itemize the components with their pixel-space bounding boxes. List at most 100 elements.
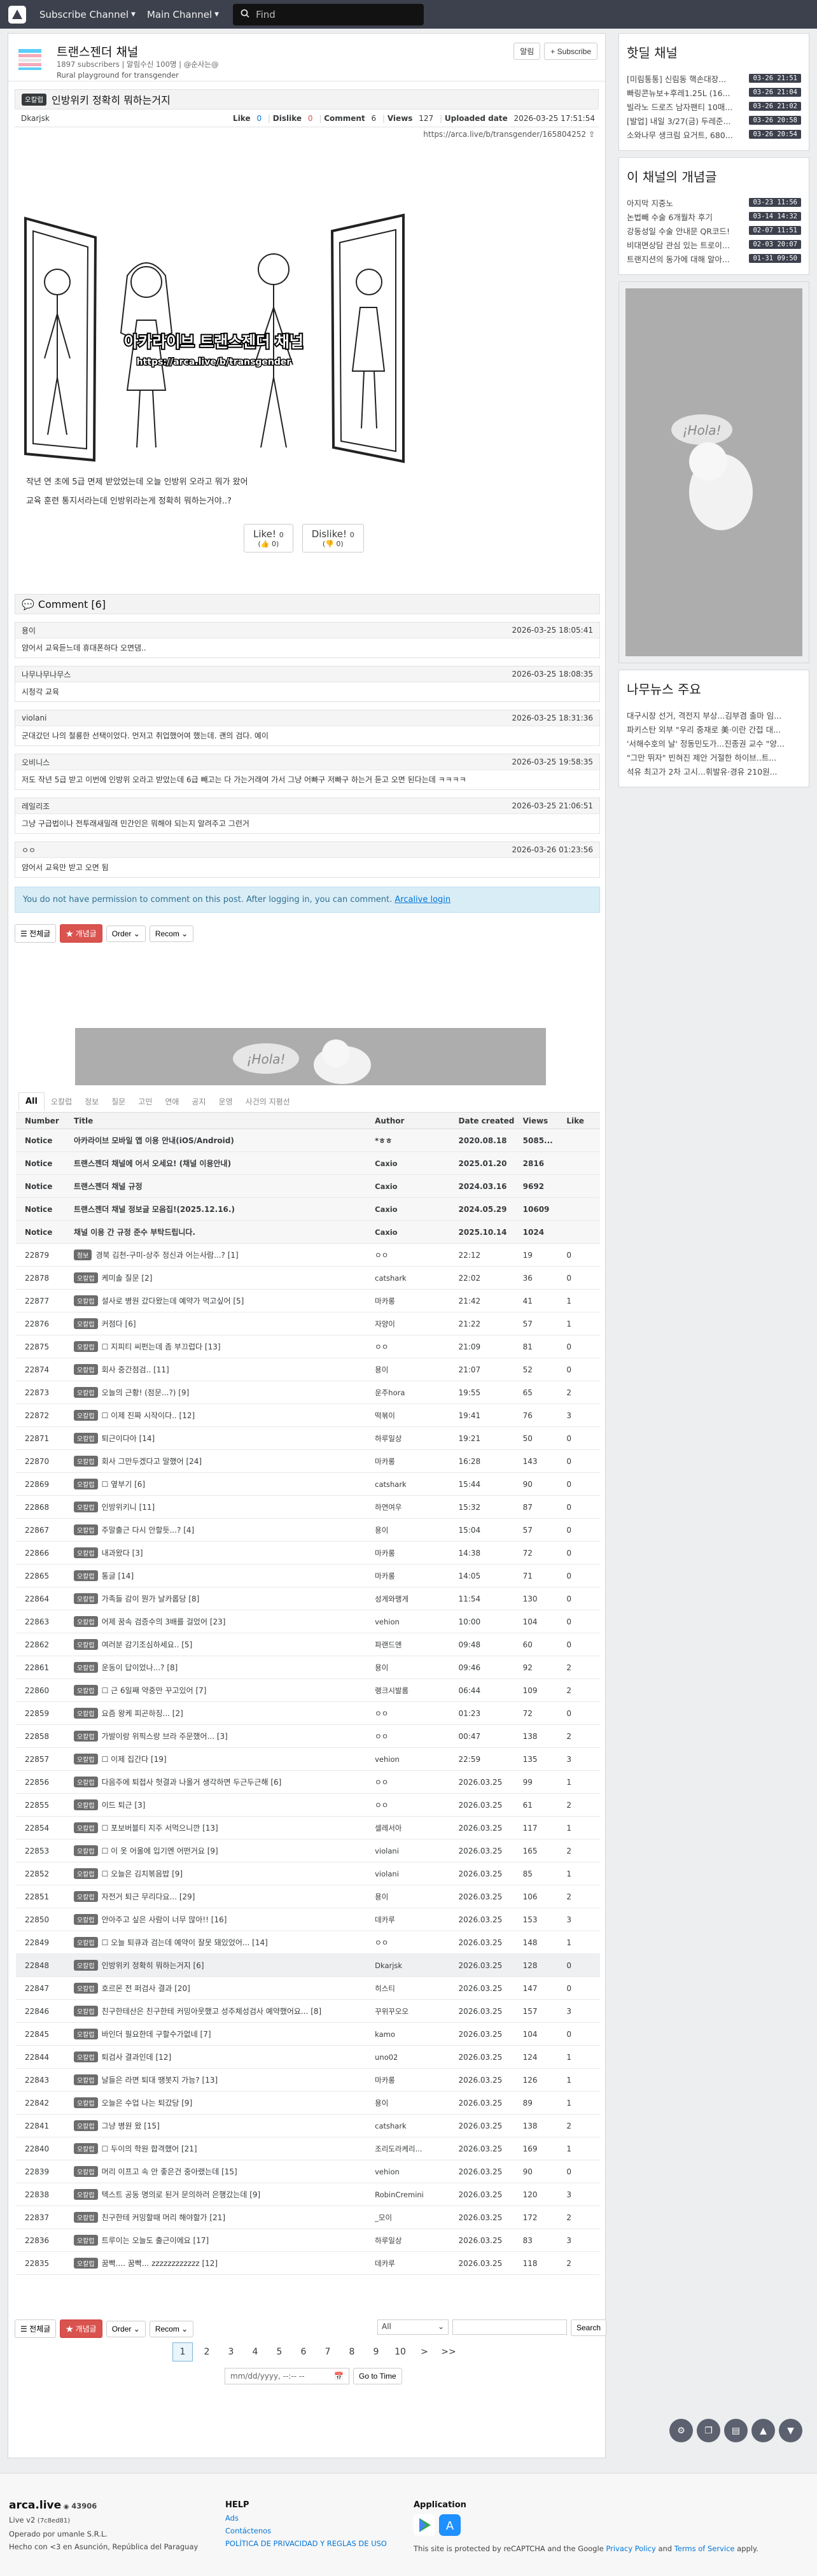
copy-icon[interactable]: ❐ — [697, 2419, 720, 2442]
best-posts-button[interactable]: ★ 개념글 — [60, 924, 102, 943]
list-icon[interactable]: ▤ — [724, 2419, 748, 2442]
post-author[interactable]: 용이 — [375, 1525, 454, 1535]
post-title[interactable]: ☐ 이제 집간다 [19] — [102, 1755, 167, 1764]
post-author[interactable]: violani — [375, 1847, 454, 1855]
news-link[interactable]: 파키스탄 외부 "우리 중재로 美·이란 간접 대... — [627, 722, 801, 736]
last-page-button[interactable]: >> — [438, 2342, 459, 2361]
post-row[interactable]: 22868 오칼럽 인방위키니 [11] 하연여우 15:32 87 0 — [16, 1495, 600, 1519]
post-title-cell[interactable]: 오칼럽 퇴검사 결과인데 [12] — [73, 2045, 375, 2069]
post-title[interactable]: 텍스트 공동 명의로 된거 문의하러 은행갔는데 [9] — [102, 2190, 261, 2199]
post-row[interactable]: 22873 오칼럽 오늘의 근황! (점문...?) [9] 운주hora 19:55 6… — [16, 1381, 600, 1404]
post-title[interactable]: 설사로 병원 갔다왔는데 예약가 먹고싶어 [5] — [102, 1297, 244, 1306]
category-tab[interactable]: 사건의 지평선 — [239, 1092, 297, 1111]
page-link[interactable]: 2 — [197, 2342, 217, 2361]
post-title[interactable]: 회사 중간점검.. [11] — [102, 1365, 169, 1374]
footer-link-ads[interactable]: Ads — [225, 2512, 387, 2524]
post-author[interactable]: 마카롱 — [375, 1548, 454, 1558]
post-author[interactable]: 떡볶이 — [375, 1411, 454, 1421]
post-title-cell[interactable]: 오칼럽 ☐ 근 6일째 약중만 꾸고있어 [7] — [73, 1679, 375, 1702]
post-title[interactable]: 그냥 병원 왔 [15] — [102, 2122, 160, 2130]
post-row[interactable]: 22858 오칼럽 가발이랑 위픽스랑 브라 주문했어... [3] ㅇㅇ 00:47 1… — [16, 1724, 600, 1748]
post-title-cell[interactable]: 오칼럽 회사 그만두겠다고 말했어 [24] — [73, 1449, 375, 1473]
post-title-cell[interactable]: 오칼럽 ☐ 옆부기 [6] — [73, 1472, 375, 1496]
post-author[interactable]: 용이 — [375, 1892, 454, 1902]
page-link[interactable]: 8 — [342, 2342, 362, 2361]
post-title[interactable]: 케미솔 질문 [2] — [102, 1274, 153, 1283]
sidebar-link-title[interactable]: 비대면상담 관심 있는 트로이... — [627, 239, 748, 251]
post-row[interactable]: 22875 오칼럽 ☐ 지피티 씨펀는데 좀 부끄럽다 [13] ㅇㅇ 21:09 81 0 — [16, 1335, 600, 1358]
post-author[interactable]: ㅇㅇ — [375, 1777, 454, 1787]
post-title-cell[interactable]: 오칼럽 인방위키니 [11] — [73, 1495, 375, 1519]
category-tab[interactable]: 운영 — [213, 1092, 239, 1111]
post-title-cell[interactable]: 오칼럽 회사 중간점검.. [11] — [73, 1358, 375, 1381]
article-permalink[interactable]: https://arca.live/b/transgender/16580425… — [8, 127, 605, 141]
subscribe-channel-menu[interactable]: Subscribe Channel ▼ — [39, 9, 136, 20]
sidebar-link-title[interactable]: [미림통통] 신림동 핵손대장... — [627, 73, 748, 85]
post-author[interactable]: 조리도라케리... — [375, 2144, 454, 2154]
post-row[interactable]: 22835 오칼럽 꿈빡.... 꿈빡... zzzzzzzzzzzz [12] 데카… — [16, 2251, 600, 2275]
post-title-cell[interactable]: 오칼럽 ☐ 두이의 학원 합격했어 [21] — [73, 2137, 375, 2160]
sidebar-link-title[interactable]: 아지막 지중노 — [627, 197, 748, 209]
all-posts-button[interactable]: ☰ 전체글 — [15, 924, 57, 943]
post-row[interactable]: 22853 오칼럽 ☐ 이 옷 어울에 입기엔 어떤거요 [9] violani 202… — [16, 1839, 600, 1862]
post-title[interactable]: ☐ 두이의 학원 합격했어 [21] — [102, 2144, 197, 2153]
post-row[interactable]: 22837 오칼럽 친구한테 커밍할때 머리 해야할가 [21] _모이 2026.03… — [16, 2206, 600, 2229]
news-link-title[interactable]: 대구시장 선거, 격전지 부상...김부겸 출마 임... — [627, 709, 801, 721]
post-author[interactable]: catshark — [375, 1480, 454, 1489]
post-author[interactable]: 용이 — [375, 2098, 454, 2108]
order-select[interactable]: Order ⌄ — [106, 925, 146, 942]
post-title-cell[interactable]: 오칼럽 머리 이프고 속 안 좋은건 중아랬는데 [15] — [73, 2160, 375, 2183]
post-author[interactable]: 마카롱 — [375, 1296, 454, 1306]
news-link[interactable]: '서해수호의 날' 정동민도가...진종권 교수 "양... — [627, 736, 801, 750]
post-title-cell[interactable]: 오칼럽 커점다 [6] — [73, 1312, 375, 1335]
post-author[interactable]: RobinCremini — [375, 2190, 454, 2199]
post-row[interactable]: 22867 오칼럽 주말출근 다시 안할듯...? [4] 용이 15:04 57 0 — [16, 1518, 600, 1542]
post-title-cell[interactable]: 오칼럽 자전거 퇴근 무리다요... [29] — [73, 1885, 375, 1908]
post-row[interactable]: 22841 오칼럽 그냥 병원 왔 [15] catshark 2026.03.25 13… — [16, 2114, 600, 2137]
post-title[interactable]: 오늘의 근황! (점문...?) [9] — [102, 1388, 190, 1397]
article-author[interactable]: Dkarjsk — [21, 114, 50, 123]
share-icon[interactable]: ⇪ — [589, 130, 595, 139]
post-title[interactable]: 트랜스젠더 채널에 어서 오세요! (채널 이용안내) — [74, 1159, 231, 1168]
post-author[interactable]: ㅇㅇ — [375, 1938, 454, 1948]
post-title-cell[interactable]: 채널 이용 간 규정 준수 부탁드립니다. — [73, 1220, 375, 1244]
post-title-cell[interactable]: 오칼럽 통글 [14] — [73, 1564, 375, 1587]
post-title-cell[interactable]: 오칼럽 오늘의 근황! (점문...?) [9] — [73, 1381, 375, 1404]
page-link[interactable]: 3 — [221, 2342, 241, 2361]
post-title-cell[interactable]: 정보 경북 김천-구미-상주 정신과 어는사람...? [1] — [73, 1243, 375, 1267]
post-title-cell[interactable]: 오칼럽 주말출근 다시 안할듯...? [4] — [73, 1518, 375, 1542]
post-title[interactable]: 커점다 [6] — [102, 1320, 136, 1328]
post-author[interactable]: 마카롱 — [375, 1571, 454, 1581]
post-title[interactable]: 트루이는 오늘도 출근이에요 [17] — [102, 2236, 209, 2245]
news-link[interactable]: "그만 뛰자" 빈혀진 제안 거절한 하이브..트... — [627, 750, 801, 764]
post-author[interactable]: vehion — [375, 2167, 454, 2176]
recom-select[interactable]: Recom ⌄ — [149, 2320, 194, 2337]
page-link[interactable]: 1 — [172, 2342, 193, 2361]
post-title-cell[interactable]: 오칼럽 오늘은 수업 나는 퇴갔당 [9] — [73, 2091, 375, 2115]
post-title-cell[interactable]: 트랜스젠더 채널에 어서 오세요! (채널 이용안내) — [73, 1151, 375, 1175]
post-author[interactable]: 꾸위꾸오오 — [375, 2006, 454, 2016]
post-row[interactable]: 22872 오칼럽 ☐ 이제 진짜 시작이다.. [12] 떡볶이 19:41 76 3 — [16, 1404, 600, 1427]
post-title[interactable]: ☐ 오늘 퇴큐과 검는데 예약이 잘못 돼있었어... [14] — [102, 1938, 268, 1947]
post-author[interactable]: *ㅎㅎ — [375, 1136, 454, 1146]
post-author[interactable]: _모이 — [375, 2213, 454, 2223]
post-title-cell[interactable]: 아카라이브 모바일 앱 이용 안내(iOS/Android) — [73, 1129, 375, 1152]
post-row[interactable]: 22856 오칼럽 다음주에 퇴접사 헛결과 나올거 생각하면 두근두근해 [6] ㅇ… — [16, 1770, 600, 1794]
notice-row[interactable]: Notice 채널 이용 간 규정 준수 부탁드립니다. Caxio 2025.10.… — [16, 1220, 600, 1244]
post-title-cell[interactable]: 오칼럽 어제 꿈속 검증수의 3배를 걸었어 [23] — [73, 1610, 375, 1633]
post-title-cell[interactable]: 오칼럽 운동이 답이었나...? [8] — [73, 1656, 375, 1679]
news-link-title[interactable]: 파키스탄 외부 "우리 중재로 美·이란 간접 대... — [627, 723, 801, 735]
sidebar-ad[interactable]: ¡Hola! — [618, 281, 809, 663]
post-title-cell[interactable]: 오칼럽 이드 퇴근 [3] — [73, 1793, 375, 1817]
all-posts-button[interactable]: ☰ 전체글 — [15, 2319, 57, 2338]
board-search-input[interactable] — [452, 2319, 567, 2335]
post-row[interactable]: 22877 오칼럽 설사로 병원 갔다왔는데 예약가 먹고싶어 [5] 마카롱 21:4… — [16, 1289, 600, 1313]
post-row[interactable]: 22842 오칼럽 오늘은 수업 나는 퇴갔당 [9] 용이 2026.03.25 89 1 — [16, 2091, 600, 2115]
post-row[interactable]: 22852 오칼럽 ☐ 오늘은 김치볶음밥 [9] violani 2026.03.25… — [16, 1862, 600, 1885]
post-title[interactable]: 자전거 퇴근 무리다요... [29] — [102, 1892, 195, 1901]
post-title[interactable]: 어제 꿈속 검증수의 3배를 걸었어 [23] — [102, 1617, 226, 1626]
post-title-cell[interactable]: 오칼럽 가족들 감이 뭔가 날카롭당 [8] — [73, 1587, 375, 1610]
category-tab[interactable]: 정보 — [78, 1092, 105, 1111]
footer-link-contact[interactable]: Contáctenos — [225, 2524, 387, 2537]
comment-author[interactable]: 레일리조 — [22, 801, 50, 812]
